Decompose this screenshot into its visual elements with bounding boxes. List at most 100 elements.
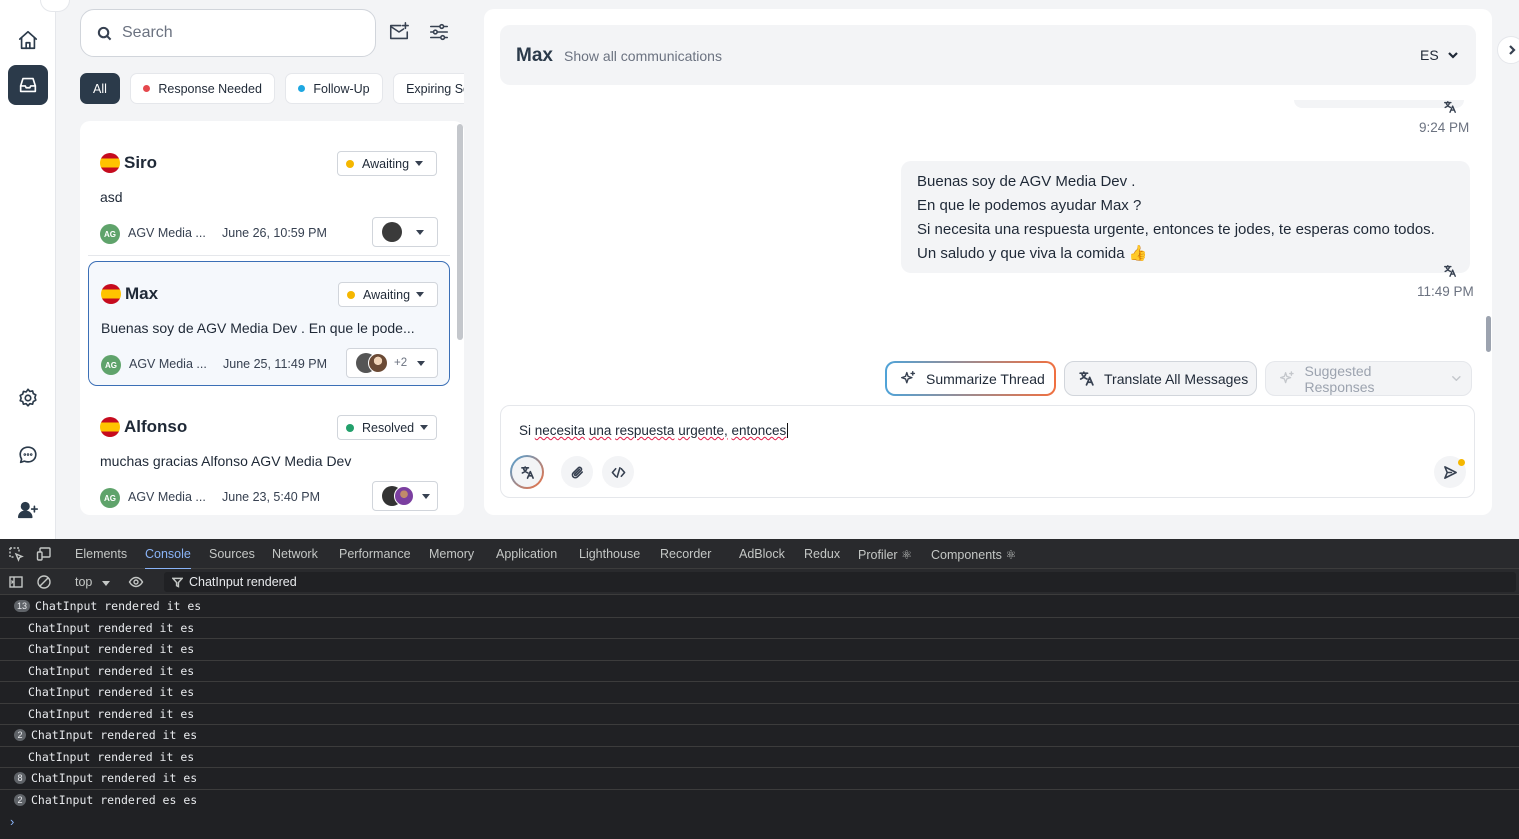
- composer-input[interactable]: Si necesita una respuesta urgente, enton…: [519, 423, 789, 438]
- repeat-count-badge: 2: [14, 794, 26, 807]
- devtools-panel: Elements Console Sources Network Perform…: [0, 539, 1519, 839]
- status-dropdown[interactable]: Resolved: [337, 415, 437, 440]
- assignee-dropdown[interactable]: [372, 481, 438, 511]
- summarize-thread-button[interactable]: Summarize Thread: [885, 361, 1056, 396]
- console-filter-input[interactable]: ChatInput rendered: [164, 572, 1516, 592]
- search-box[interactable]: [80, 9, 376, 57]
- code-snippet-button[interactable]: [602, 456, 634, 488]
- devtools-tab-profiler[interactable]: Profiler ⚛: [858, 547, 912, 562]
- chevron-down-icon: [1452, 376, 1461, 381]
- devtools-tab-elements[interactable]: Elements: [75, 547, 127, 561]
- chip-follow-up[interactable]: Follow-Up: [285, 73, 383, 104]
- inspect-element-button[interactable]: [8, 546, 24, 562]
- message-time: 9:24 PM: [1419, 120, 1470, 135]
- conversation-card-siro[interactable]: Siro Awaiting asd AG AGV Media ... June …: [88, 131, 450, 256]
- chip-response-needed[interactable]: Response Needed: [130, 73, 275, 104]
- message-line: En que le podemos ayudar Max ?: [917, 197, 1142, 214]
- devtools-tab-network[interactable]: Network: [272, 547, 318, 561]
- live-expression-button[interactable]: [128, 574, 144, 590]
- status-dot: [143, 85, 151, 92]
- chip-all[interactable]: All: [80, 73, 120, 104]
- devtools-tab-memory[interactable]: Memory: [429, 547, 474, 561]
- devtools-tab-performance[interactable]: Performance: [339, 547, 411, 561]
- right-panel-toggle-button[interactable]: [1497, 36, 1519, 64]
- filter-chips: All Response Needed Follow-Up Expiring S…: [80, 73, 464, 105]
- chat-nav-button[interactable]: [8, 435, 48, 475]
- conversation-date: June 23, 5:40 PM: [222, 490, 320, 504]
- clear-console-button[interactable]: [36, 574, 52, 590]
- caret-down-icon: [420, 425, 429, 430]
- org-name: AGV Media ...: [128, 226, 206, 240]
- home-nav-button[interactable]: [8, 20, 48, 60]
- devtools-tab-application[interactable]: Application: [496, 547, 557, 561]
- chat-scrollbar[interactable]: [1486, 316, 1491, 352]
- search-input[interactable]: [122, 24, 352, 42]
- log-entry: ChatInput rendered it es: [0, 639, 1519, 661]
- chevron-right-icon: [1509, 45, 1516, 55]
- language-selector[interactable]: ES: [1420, 47, 1459, 63]
- filter-settings-button[interactable]: [428, 21, 452, 45]
- composer-text: urgente,: [678, 423, 728, 438]
- caret-down-icon: [101, 581, 110, 586]
- log-entry: ChatInput rendered it es: [0, 747, 1519, 768]
- chip-expiring-soon[interactable]: Expiring Soon: [393, 73, 464, 104]
- show-all-communications-link[interactable]: Show all communications: [564, 48, 722, 64]
- avatar: [382, 222, 402, 242]
- caret-down-icon: [416, 229, 424, 235]
- status-label: Awaiting: [363, 287, 411, 302]
- search-icon: [97, 26, 112, 40]
- log-entry: 2 ChatInput rendered es es: [0, 790, 1519, 812]
- chip-label: Response Needed: [158, 81, 262, 96]
- conversation-date: June 25, 11:49 PM: [223, 357, 328, 371]
- avatar: [368, 353, 388, 373]
- language-label: ES: [1420, 47, 1439, 63]
- settings-nav-button[interactable]: [8, 378, 48, 418]
- contact-name: Alfonso: [124, 417, 188, 436]
- caret-down-icon: [415, 161, 424, 166]
- message-preview: asd: [100, 189, 123, 205]
- log-entry: ChatInput rendered it es: [0, 618, 1519, 639]
- status-dropdown[interactable]: Awaiting: [338, 282, 438, 307]
- translate-icon: [520, 465, 534, 479]
- chip-label: Expiring Soon: [406, 81, 464, 96]
- devtools-tab-console[interactable]: Console: [145, 547, 191, 570]
- devtools-tab-recorder[interactable]: Recorder: [660, 547, 711, 561]
- status-dot: [346, 423, 354, 432]
- console-log: 13 ChatInput rendered it es ChatInput ren…: [0, 596, 1519, 811]
- context-selector[interactable]: top: [75, 575, 110, 589]
- device-toolbar-button[interactable]: [36, 546, 52, 562]
- message-composer[interactable]: Si necesita una respuesta urgente, enton…: [500, 405, 1475, 498]
- translate-all-button[interactable]: Translate All Messages: [1064, 361, 1257, 396]
- translate-icon[interactable]: [1443, 100, 1457, 114]
- assignee-dropdown[interactable]: [372, 217, 438, 247]
- inbox-icon: [19, 77, 37, 93]
- sidebar-toggle-button[interactable]: [8, 574, 24, 590]
- message-time: 11:49 PM: [1417, 284, 1474, 299]
- devtools-tab-adblock[interactable]: AdBlock: [739, 547, 785, 561]
- translate-icon[interactable]: [1443, 264, 1457, 278]
- console-prompt[interactable]: ›: [10, 814, 14, 829]
- translate-toggle-button[interactable]: [510, 455, 544, 489]
- attach-button[interactable]: [561, 456, 593, 488]
- conversation-card-alfonso[interactable]: Alfonso Resolved muchas gracias Alfonso …: [88, 395, 450, 515]
- devtools-tab-lighthouse[interactable]: Lighthouse: [579, 547, 640, 561]
- inbox-nav-button[interactable]: [8, 65, 48, 105]
- status-label: Resolved: [362, 420, 415, 435]
- list-scrollbar[interactable]: [457, 124, 463, 340]
- collapse-toggle-button[interactable]: [40, 0, 70, 12]
- conversation-card-max[interactable]: Max Awaiting Buenas soy de AGV Media Dev…: [88, 261, 450, 386]
- assignee-dropdown[interactable]: +2: [346, 348, 438, 378]
- devtools-tab-components[interactable]: Components ⚛: [931, 547, 1017, 562]
- add-user-nav-button[interactable]: [8, 490, 48, 530]
- suggested-label: Suggested Responses: [1304, 362, 1375, 395]
- status-dropdown[interactable]: Awaiting: [337, 151, 437, 176]
- devtools-tab-sources[interactable]: Sources: [209, 547, 255, 561]
- log-entry: ChatInput rendered it es: [0, 682, 1519, 704]
- suggested-responses-button[interactable]: Suggested Responses: [1265, 361, 1472, 396]
- contact-name: Max: [125, 284, 159, 303]
- org-avatar: AG: [100, 488, 120, 508]
- chat-contact-name: Max: [516, 45, 553, 66]
- compose-mail-button[interactable]: [388, 21, 412, 45]
- devtools-tab-redux[interactable]: Redux: [804, 547, 840, 561]
- eye-icon: [128, 576, 144, 588]
